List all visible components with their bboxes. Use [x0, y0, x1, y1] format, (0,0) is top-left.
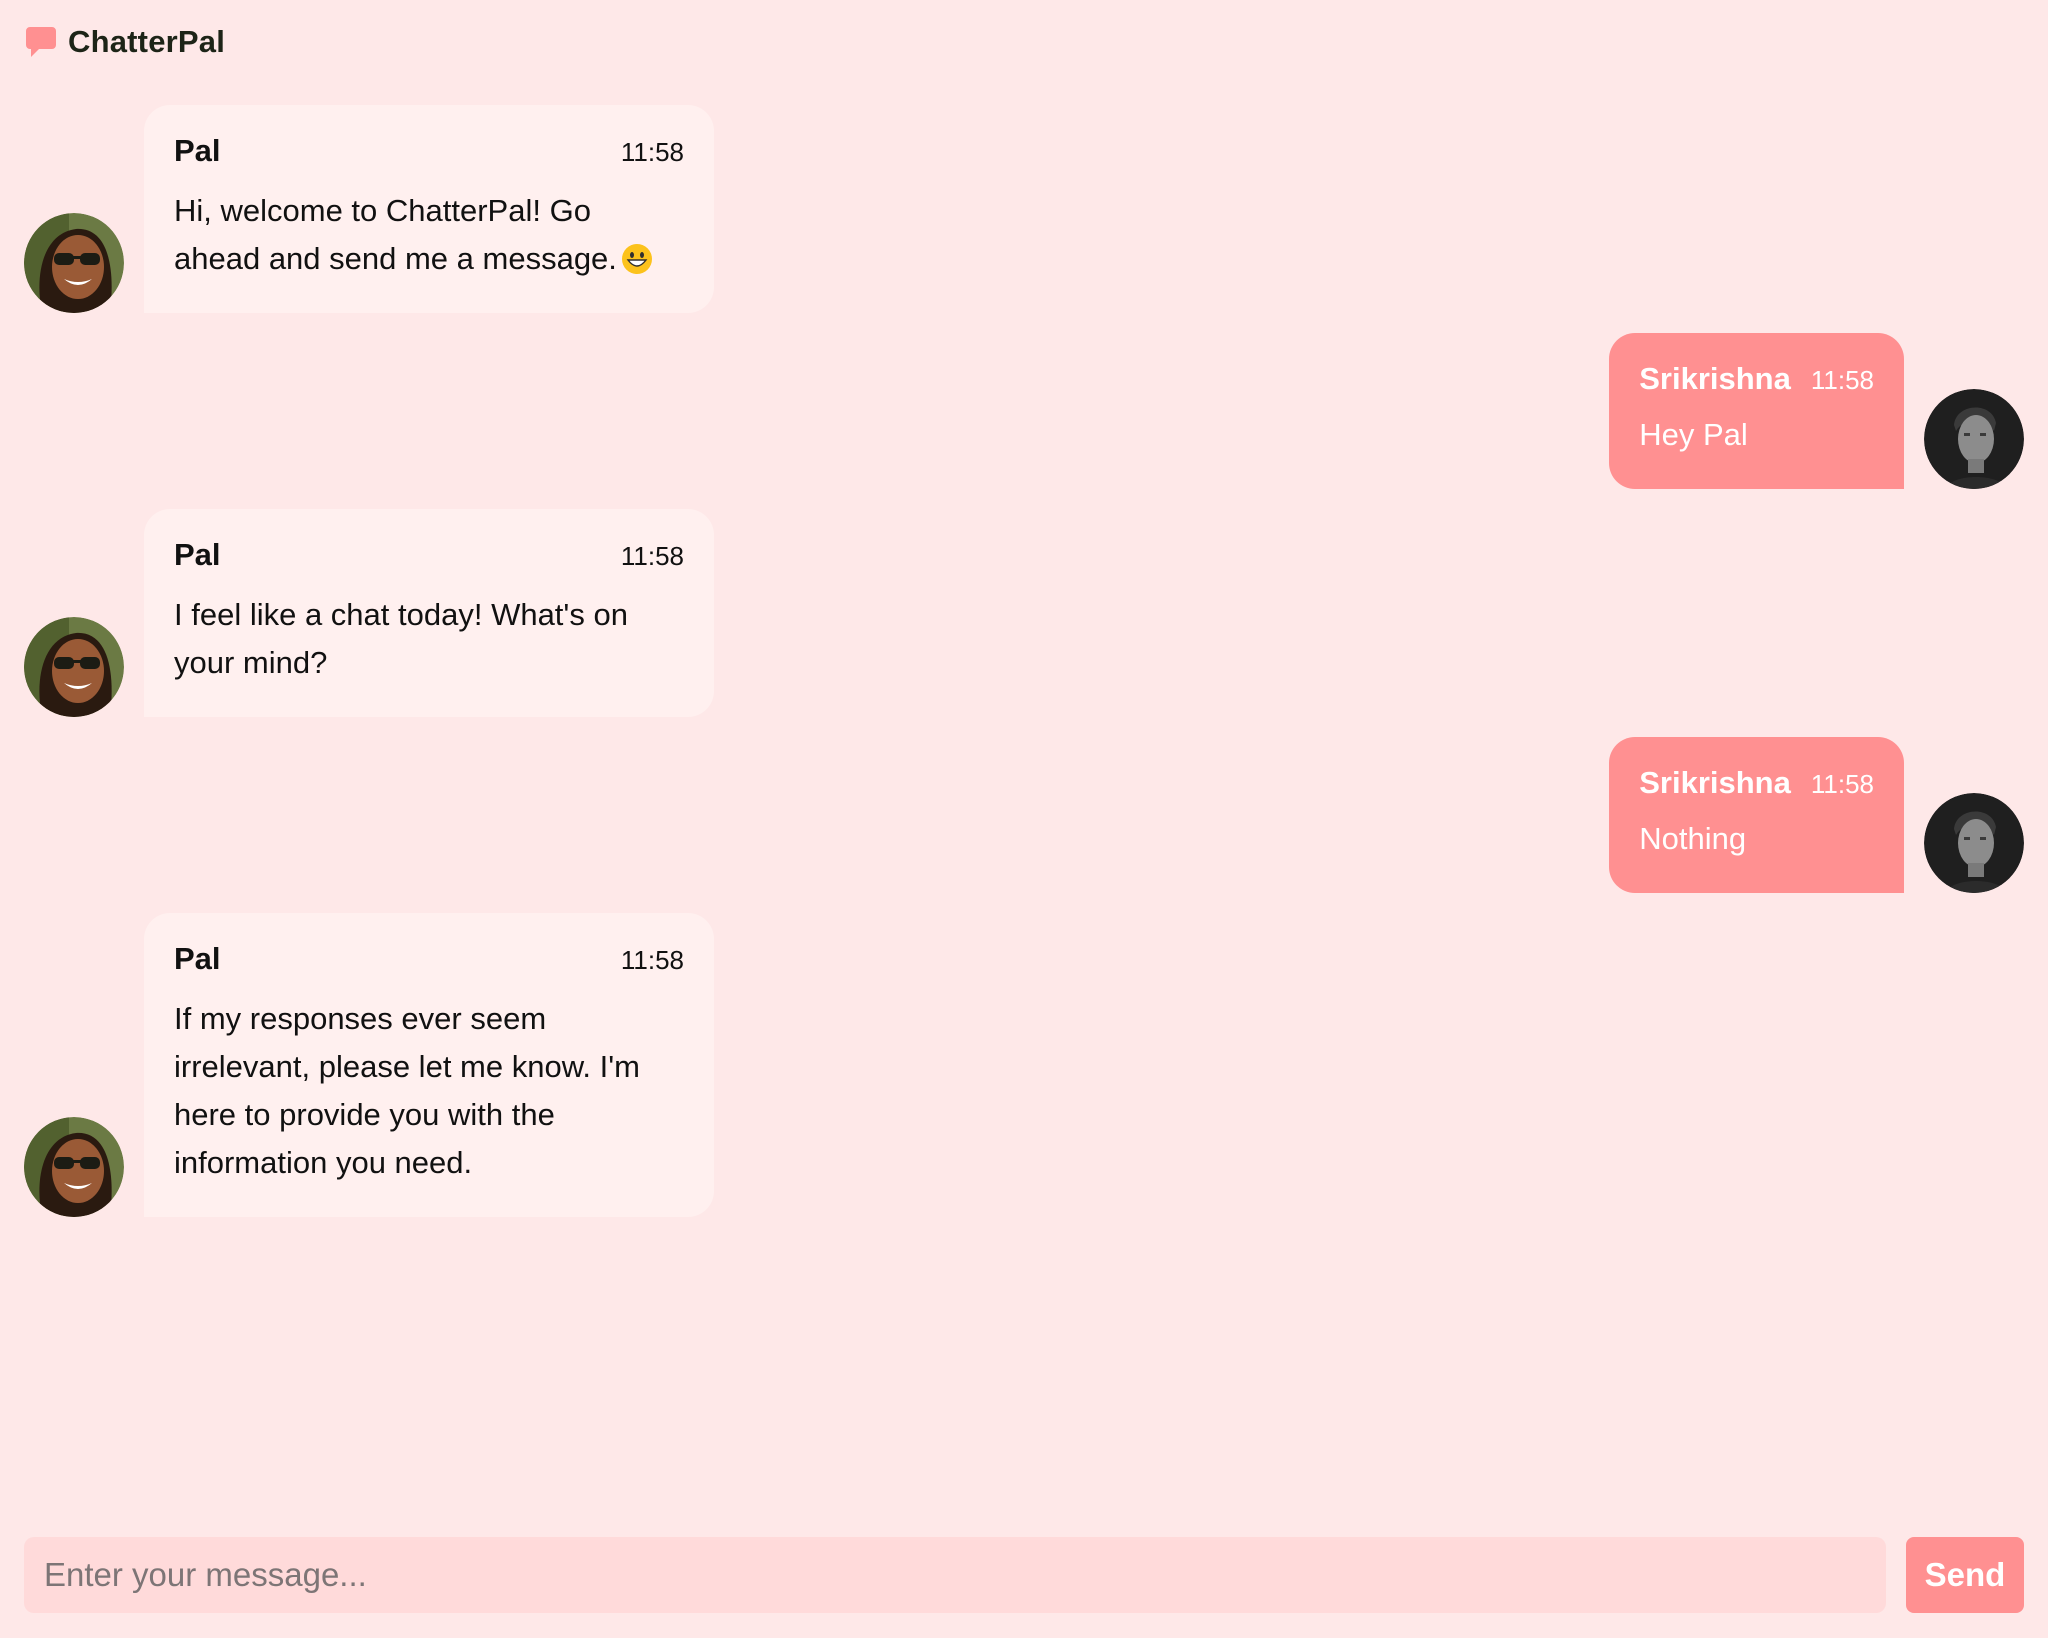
message-bubble: Pal 11:58 If my responses ever seem irre… [144, 913, 714, 1217]
message-time: 11:58 [620, 945, 684, 975]
message-text: If my responses ever seem irrelevant, pl… [174, 1001, 640, 1180]
message-bubble: Pal 11:58 I feel like a chat today! What… [144, 509, 714, 717]
message-row-bot: Pal 11:58 I feel like a chat today! What… [0, 509, 2048, 717]
send-button[interactable]: Send [1906, 1537, 2024, 1613]
message-time: 11:58 [1810, 769, 1874, 799]
message-sender: Pal [174, 133, 221, 168]
message-text: Hey Pal [1639, 417, 1748, 452]
bot-avatar [24, 617, 124, 717]
message-row-user: Srikrishna 11:58 Hey Pal [0, 333, 2048, 489]
message-input[interactable] [24, 1537, 1886, 1613]
message-sender: Srikrishna [1639, 361, 1791, 396]
message-sender: Pal [174, 941, 221, 976]
message-bubble: Srikrishna 11:58 Nothing [1609, 737, 1904, 893]
message-text: I feel like a chat today! What's on your… [174, 597, 628, 680]
message-text: Hi, welcome to ChatterPal! Go ahead and … [174, 187, 684, 283]
message-row-bot: Pal 11:58 Hi, welcome to ChatterPal! Go … [0, 105, 2048, 313]
message-row-user: Srikrishna 11:58 Nothing [0, 737, 2048, 893]
grinning-face-icon [621, 244, 652, 274]
bot-avatar [24, 1117, 124, 1217]
chat-bubble-icon [26, 27, 56, 57]
message-bubble: Srikrishna 11:58 Hey Pal [1609, 333, 1904, 489]
app-header: ChatterPal [24, 22, 225, 62]
message-text: Nothing [1639, 821, 1747, 856]
message-row-bot: Pal 11:58 If my responses ever seem irre… [0, 913, 2048, 1217]
app-title: ChatterPal [68, 24, 226, 59]
bot-avatar [24, 213, 124, 313]
message-sender: Srikrishna [1639, 765, 1791, 800]
message-time: 11:58 [620, 541, 684, 571]
message-bubble: Pal 11:58 Hi, welcome to ChatterPal! Go … [144, 105, 714, 313]
message-sender: Pal [174, 537, 221, 572]
message-composer: Send [24, 1537, 2024, 1613]
user-avatar [1924, 793, 2024, 893]
message-time: 11:58 [1810, 365, 1874, 395]
message-time: 11:58 [620, 137, 684, 167]
chat-thread[interactable]: Pal 11:58 Hi, welcome to ChatterPal! Go … [0, 105, 2048, 1217]
user-avatar [1924, 389, 2024, 489]
